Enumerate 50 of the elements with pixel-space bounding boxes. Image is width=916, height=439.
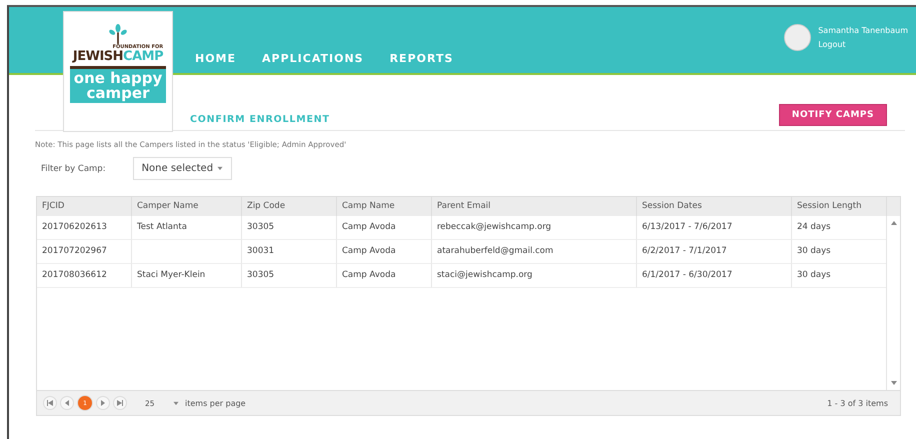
table-cell: 201707202967: [37, 240, 131, 264]
table-cell: 6/2/2017 - 7/1/2017: [636, 240, 791, 264]
first-page-icon: [47, 400, 53, 406]
next-page-icon: [100, 400, 106, 406]
scroll-up-icon: [890, 220, 896, 226]
table-cell: 201708036612: [37, 264, 131, 288]
filter-label: Filter by Camp:: [41, 164, 106, 174]
table-cell: 30305: [241, 216, 336, 240]
column-header[interactable]: Camp Name: [336, 197, 431, 216]
table-cell: 201706202613: [37, 216, 131, 240]
table-cell: 6/1/2017 - 6/30/2017: [636, 264, 791, 288]
table-cell: Test Atlanta: [131, 216, 241, 240]
table-cell: Camp Avoda: [336, 216, 431, 240]
table-cell: Staci Myer-Klein: [131, 264, 241, 288]
next-page-button[interactable]: [96, 396, 110, 410]
column-header[interactable]: Parent Email: [431, 197, 636, 216]
column-header[interactable]: Session Length: [791, 197, 886, 216]
last-page-button[interactable]: [113, 396, 127, 410]
camp-filter-dropdown[interactable]: None selected: [132, 157, 232, 180]
table-cell: Camp Avoda: [336, 264, 431, 288]
column-header[interactable]: Zip Code: [241, 197, 336, 216]
caret-icon: [173, 400, 179, 406]
scroll-down-icon: [890, 380, 896, 386]
avatar-icon: [784, 24, 812, 51]
items-per-page-label: items per page: [185, 398, 246, 408]
table-cell: 30 days: [791, 240, 886, 264]
table-cell: 30305: [241, 264, 336, 288]
notify-camps-button[interactable]: NOTIFY CAMPS: [778, 104, 887, 126]
scrollbar[interactable]: [886, 216, 900, 390]
previous-page-icon: [64, 400, 70, 406]
user-name: Samantha Tanenbaum: [818, 25, 908, 37]
table-cell: staci@jewishcamp.org: [431, 264, 636, 288]
logo-tagline: one happy camper: [70, 66, 166, 103]
column-header[interactable]: Camper Name: [131, 197, 241, 216]
table-cell: Camp Avoda: [336, 240, 431, 264]
table-cell: rebeccak@jewishcamp.org: [431, 216, 636, 240]
page-title: CONFIRM ENROLLMENT: [190, 114, 330, 125]
last-page-icon: [117, 400, 123, 406]
first-page-button[interactable]: [43, 396, 57, 410]
table-cell: 6/13/2017 - 7/6/2017: [636, 216, 791, 240]
table-cell: 24 days: [791, 216, 886, 240]
column-header[interactable]: Session Dates: [636, 197, 791, 216]
table-cell: 30031: [241, 240, 336, 264]
logo-wordmark: JEWISHCAMP: [72, 50, 164, 63]
caret-icon: [217, 166, 224, 171]
previous-page-button[interactable]: [60, 396, 74, 410]
pager-summary: 1 - 3 of 3 items: [827, 398, 889, 408]
table-cell: atarahuberfeld@gmail.com: [431, 240, 636, 264]
column-header[interactable]: FJCID: [37, 197, 131, 216]
table-cell: 30 days: [791, 264, 886, 288]
